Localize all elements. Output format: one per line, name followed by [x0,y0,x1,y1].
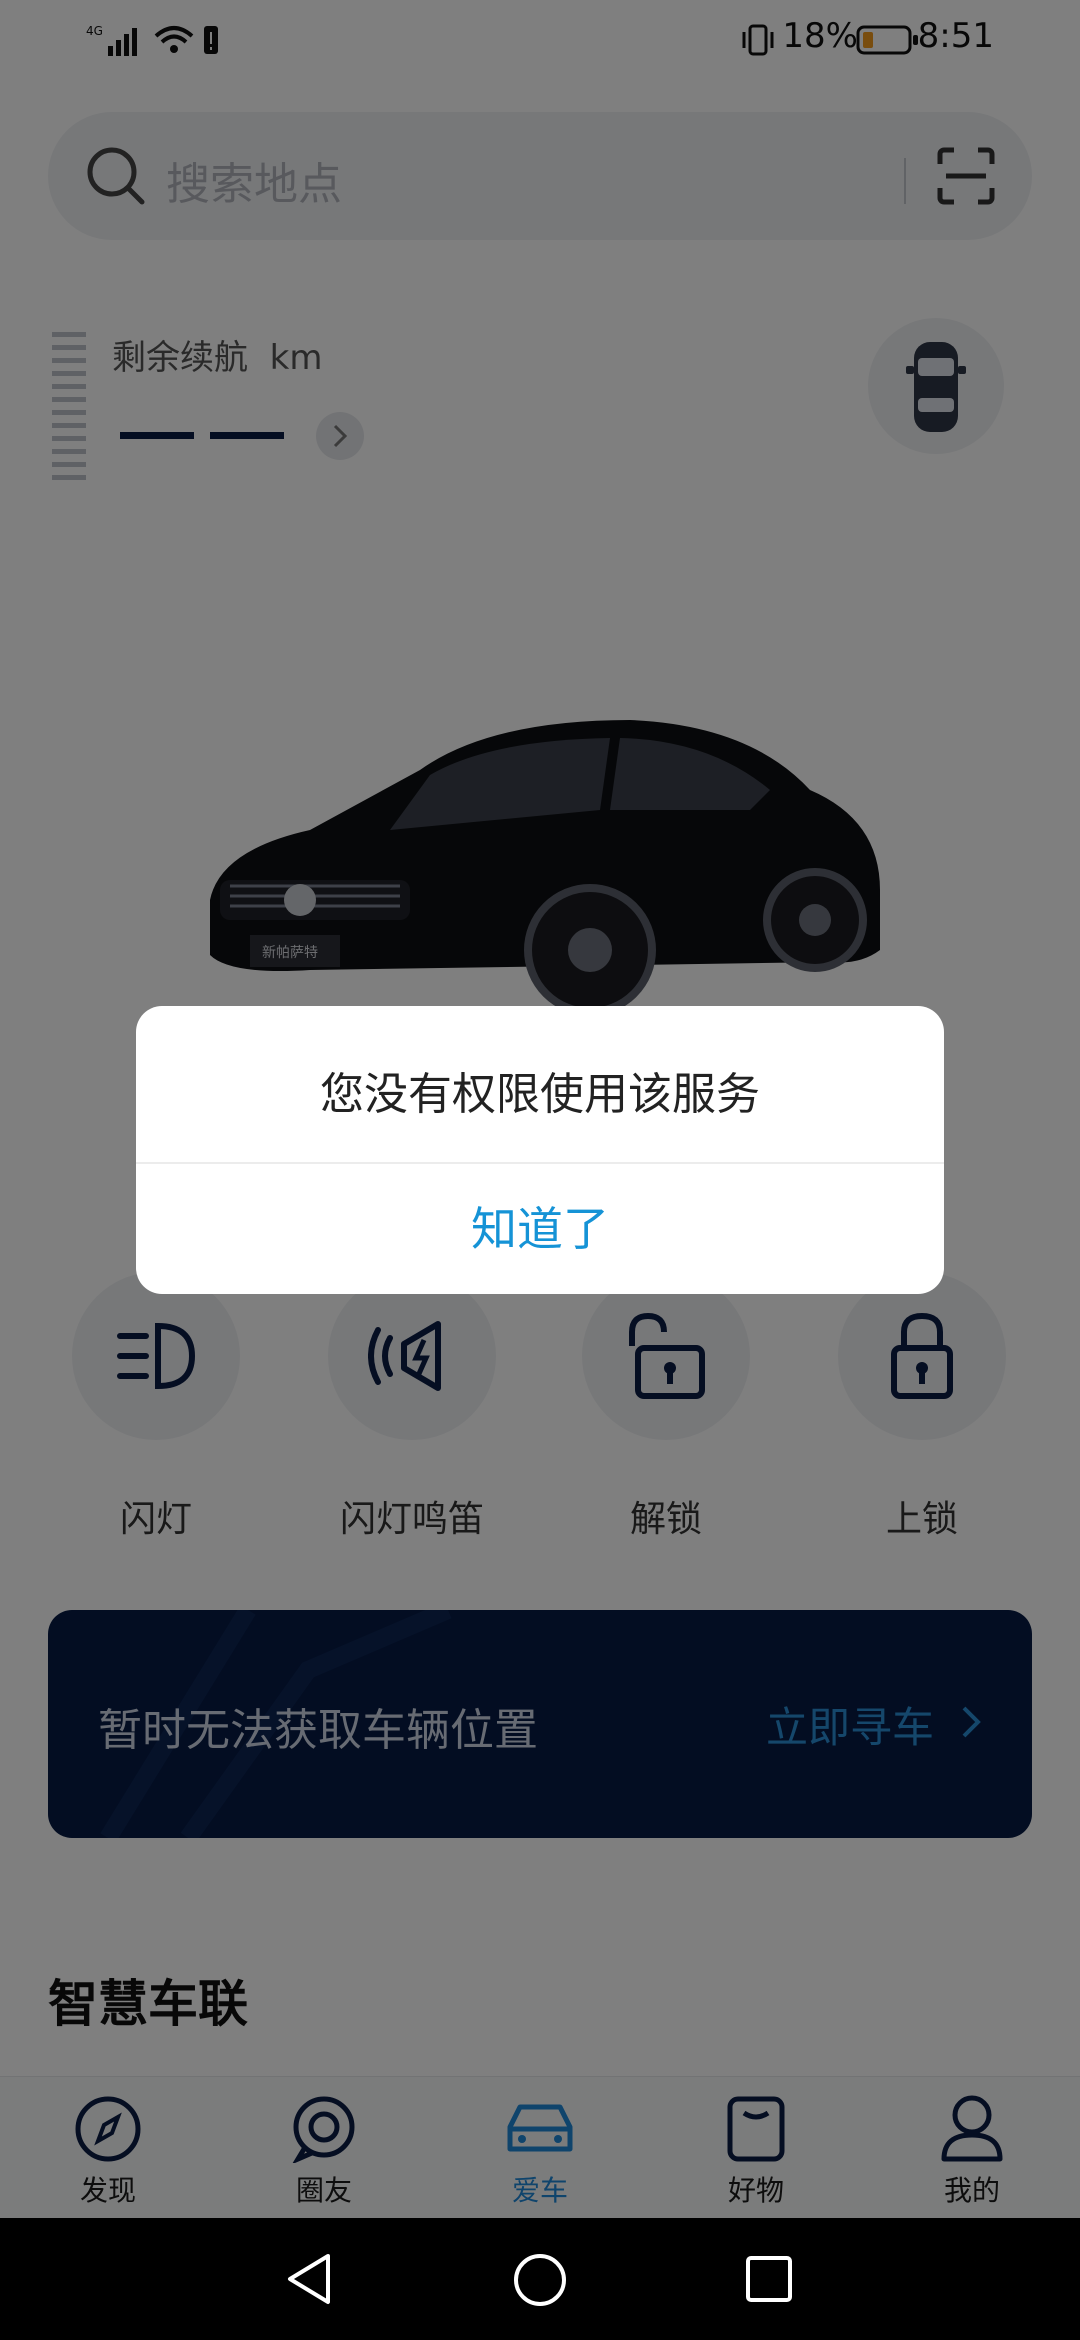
dialog-message: 您没有权限使用该服务 [320,1069,760,1120]
permission-dialog: 您没有权限使用该服务 知道了 [136,1006,944,1294]
system-navigation-bar [0,2218,1080,2340]
home-icon[interactable] [512,2252,568,2308]
dialog-ok-button[interactable]: 知道了 [136,1164,944,1294]
back-icon[interactable] [284,2252,336,2306]
recents-icon[interactable] [744,2254,794,2304]
